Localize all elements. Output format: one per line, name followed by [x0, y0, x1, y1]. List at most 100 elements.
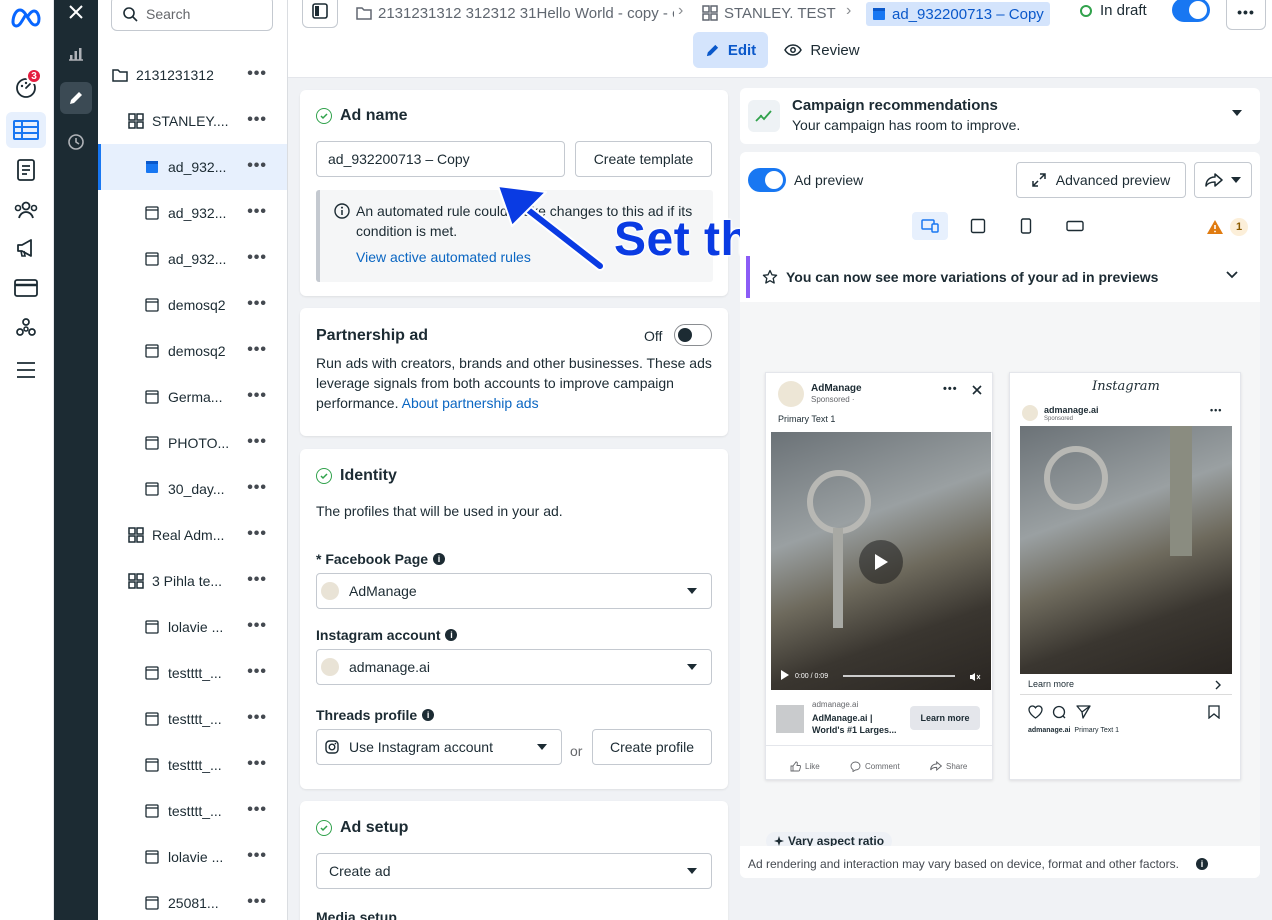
edit-mode-button[interactable] — [60, 82, 92, 114]
tree-item[interactable]: ad_932... ••• — [98, 236, 287, 282]
more-horizontal-icon[interactable]: ••• — [247, 572, 267, 588]
more-horizontal-icon[interactable]: ••• — [247, 848, 267, 864]
ads-manager-button[interactable] — [6, 112, 46, 148]
tree-item[interactable]: ad_932... ••• — [98, 144, 287, 190]
tree-item[interactable]: 30_day... ••• — [98, 466, 287, 512]
more-horizontal-icon[interactable]: ••• — [247, 342, 267, 358]
charts-button[interactable] — [60, 38, 92, 70]
breadcrumb-adset[interactable]: STANLEY. TEST — [702, 2, 836, 24]
variations-banner[interactable]: You can now see more variations of your … — [746, 256, 1254, 298]
create-profile-button[interactable]: Create profile — [592, 729, 712, 765]
tab-edit[interactable]: Edit — [693, 32, 768, 68]
more-horizontal-icon[interactable]: ••• — [247, 894, 267, 910]
comment-icon[interactable] — [1052, 705, 1066, 719]
toggle-panel-button[interactable] — [302, 0, 338, 28]
play-icon[interactable] — [859, 540, 903, 584]
campaign-recommendations[interactable]: Campaign recommendations Your campaign h… — [740, 88, 1260, 144]
video-progress-bar[interactable] — [843, 675, 955, 677]
more-horizontal-icon[interactable]: ••• — [247, 388, 267, 404]
more-horizontal-icon[interactable]: ••• — [247, 802, 267, 818]
vertical-format-button[interactable] — [1020, 218, 1032, 234]
tree-item[interactable]: demosq2 ••• — [98, 282, 287, 328]
more-options-button[interactable]: ••• — [1226, 0, 1266, 30]
threads-profile-select[interactable]: Use Instagram account — [316, 729, 562, 765]
tab-review[interactable]: Review — [780, 32, 864, 68]
fb-like-button[interactable]: Like — [790, 761, 820, 772]
meta-logo-icon[interactable] — [10, 6, 42, 28]
mute-icon[interactable] — [969, 672, 981, 682]
more-horizontal-icon[interactable]: ••• — [247, 526, 267, 542]
notifications-button[interactable]: 3 — [6, 68, 46, 106]
business-settings-button[interactable] — [6, 310, 46, 346]
more-horizontal-icon[interactable]: ••• — [247, 756, 267, 772]
create-template-button[interactable]: Create template — [575, 141, 712, 177]
search-input[interactable]: Search — [111, 0, 273, 31]
ad-name-input[interactable]: ad_932200713 – Copy — [316, 141, 565, 177]
info-icon[interactable]: i — [445, 629, 458, 641]
more-horizontal-icon[interactable]: ••• — [247, 434, 267, 450]
tree-item[interactable]: PHOTO... ••• — [98, 420, 287, 466]
tree-item[interactable]: Germa... ••• — [98, 374, 287, 420]
warnings-indicator[interactable]: 1 — [1206, 218, 1248, 236]
close-editor-button[interactable] — [60, 0, 92, 28]
more-horizontal-icon[interactable]: ••• — [247, 112, 267, 128]
more-horizontal-icon[interactable]: ••• — [247, 250, 267, 266]
tree-item[interactable]: 25081... ••• — [98, 880, 287, 920]
fb-share-button[interactable]: Share — [930, 761, 967, 771]
info-icon[interactable]: i — [422, 709, 435, 721]
more-horizontal-icon[interactable]: ••• — [247, 296, 267, 312]
facebook-page-select[interactable]: AdManage — [316, 573, 712, 609]
square-format-button[interactable] — [970, 218, 986, 234]
fb-video[interactable]: 0:00 / 0:09 — [771, 432, 991, 690]
share-preview-button[interactable] — [1194, 162, 1252, 198]
tree-item[interactable]: testttt_... ••• — [98, 696, 287, 742]
all-placements-button[interactable] — [912, 212, 948, 240]
instagram-account-select[interactable]: admanage.ai — [316, 649, 712, 685]
catalog-button[interactable] — [6, 152, 46, 188]
tree-item[interactable]: testttt_... ••• — [98, 742, 287, 788]
more-horizontal-icon[interactable]: ••• — [247, 480, 267, 496]
history-button[interactable] — [60, 126, 92, 158]
fb-cta-button[interactable]: Learn more — [910, 706, 980, 730]
tree-item[interactable]: lolavie ... ••• — [98, 834, 287, 880]
tree-item[interactable]: 2131231312 ... ••• — [98, 52, 287, 98]
close-icon[interactable] — [972, 385, 982, 395]
partnership-toggle[interactable] — [674, 324, 712, 346]
instagram-feed-preview[interactable]: Instagram admanage.ai Sponsored ••• Lear… — [1009, 372, 1241, 780]
campaigns-button[interactable] — [6, 230, 46, 266]
play-small-icon[interactable] — [781, 670, 789, 680]
more-horizontal-icon[interactable]: ••• — [247, 618, 267, 634]
more-horizontal-icon[interactable]: ••• — [247, 664, 267, 680]
info-icon[interactable]: i — [433, 553, 446, 565]
ig-media[interactable] — [1020, 426, 1232, 674]
more-horizontal-icon[interactable]: ••• — [1210, 405, 1222, 415]
billing-button[interactable] — [6, 270, 46, 306]
info-icon[interactable]: i — [1196, 858, 1208, 870]
tree-item[interactable]: demosq2 ••• — [98, 328, 287, 374]
facebook-feed-preview[interactable]: AdManage Sponsored · ••• Primary Text 1 … — [765, 372, 993, 780]
send-icon[interactable] — [1076, 705, 1091, 719]
breadcrumb-ad[interactable]: ad_932200713 – Copy — [866, 2, 1050, 26]
ad-preview-toggle[interactable] — [748, 168, 786, 192]
more-horizontal-icon[interactable]: ••• — [247, 158, 267, 174]
more-horizontal-icon[interactable]: ••• — [247, 66, 267, 82]
tree-item[interactable]: STANLEY.... ••• — [98, 98, 287, 144]
advanced-preview-button[interactable]: Advanced preview — [1016, 162, 1186, 198]
breadcrumb-campaign[interactable]: 2131231312 312312 31Hello World - copy -… — [356, 2, 674, 24]
tree-item[interactable]: lolavie ... ••• — [98, 604, 287, 650]
more-horizontal-icon[interactable]: ••• — [247, 710, 267, 726]
all-tools-button[interactable] — [6, 352, 46, 388]
tree-item[interactable]: ad_932... ••• — [98, 190, 287, 236]
more-horizontal-icon[interactable]: ••• — [247, 204, 267, 220]
tree-item[interactable]: 3 Pihla te... ••• — [98, 558, 287, 604]
more-horizontal-icon[interactable]: ••• — [943, 383, 958, 395]
ad-status-toggle[interactable] — [1172, 0, 1210, 22]
audiences-button[interactable] — [6, 192, 46, 228]
fb-comment-button[interactable]: Comment — [850, 761, 900, 772]
bookmark-icon[interactable] — [1208, 705, 1220, 719]
tree-item[interactable]: testttt_... ••• — [98, 788, 287, 834]
tree-item[interactable]: Real Adm... ••• — [98, 512, 287, 558]
about-partnership-link[interactable]: About partnership ads — [402, 395, 539, 411]
horizontal-format-button[interactable] — [1066, 220, 1084, 232]
ad-setup-select[interactable]: Create ad — [316, 853, 712, 889]
